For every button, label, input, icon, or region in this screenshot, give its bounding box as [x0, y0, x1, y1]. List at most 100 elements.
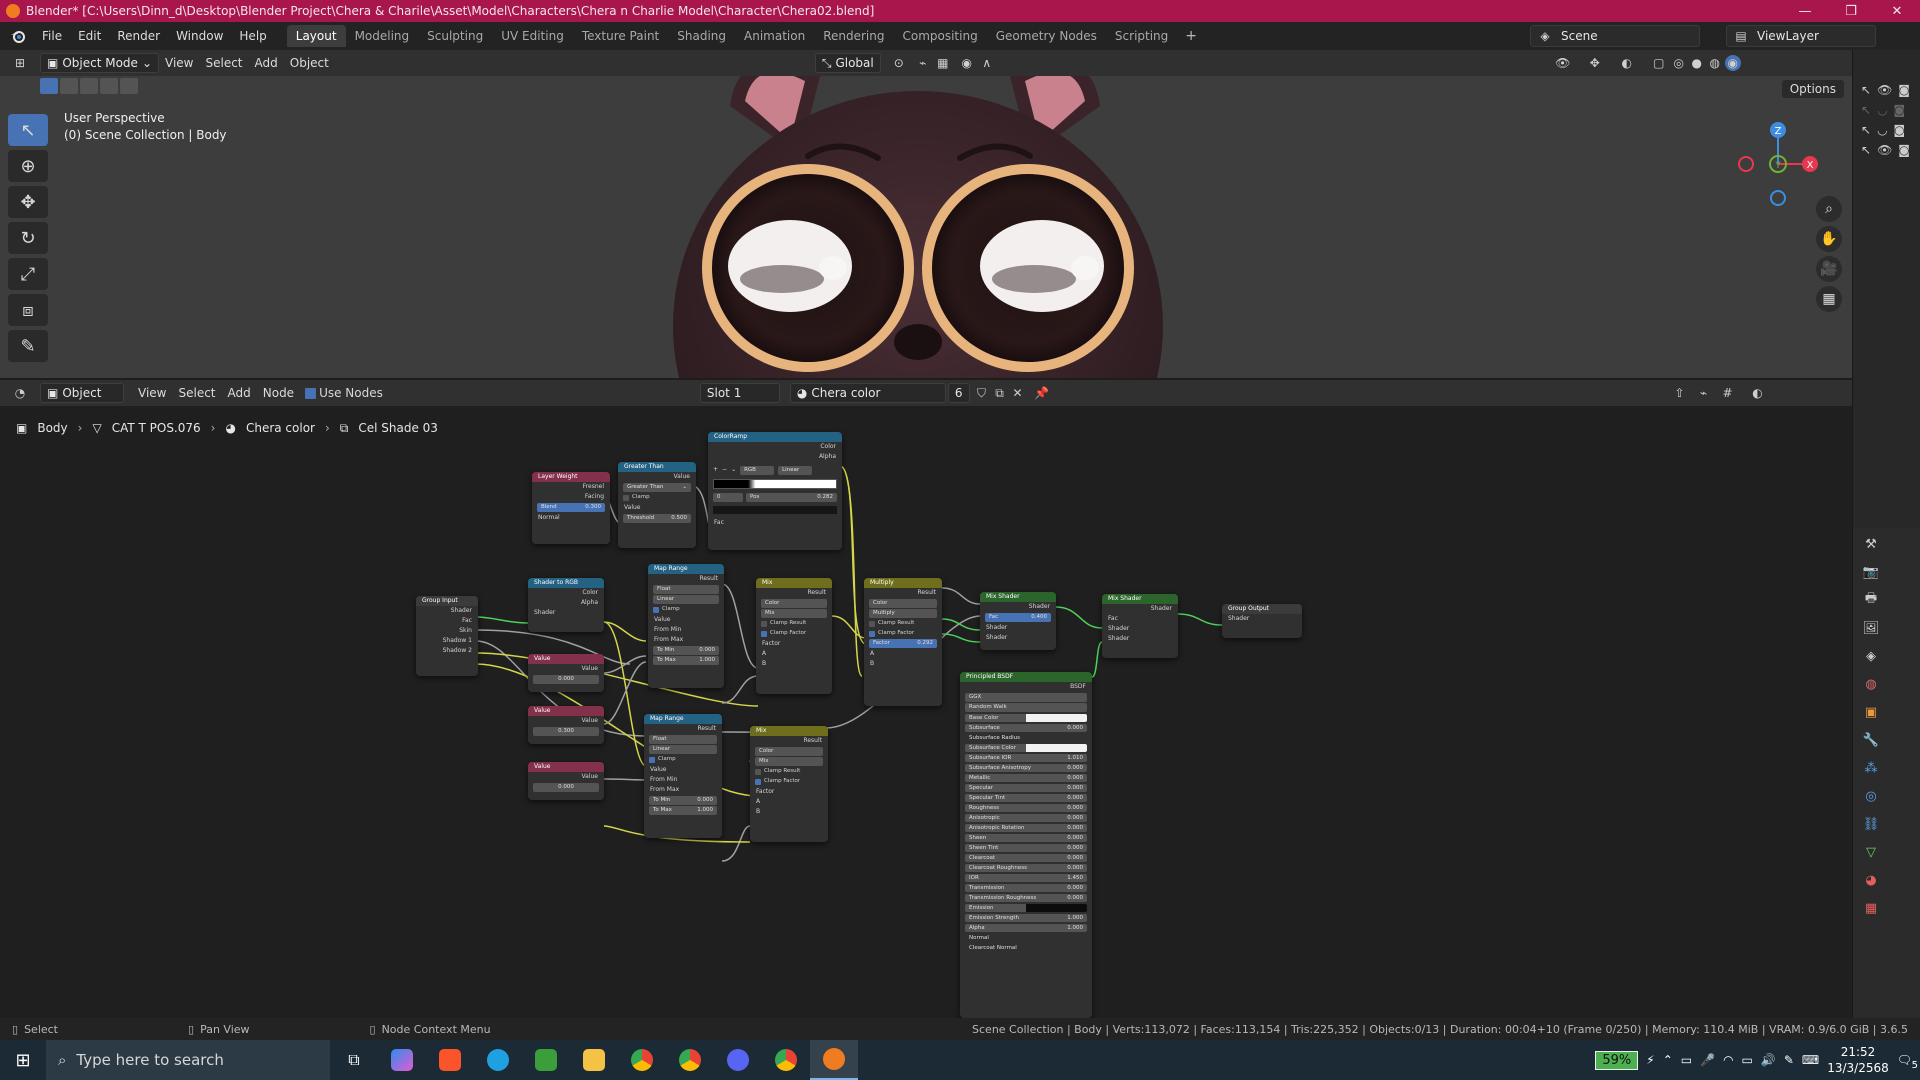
camera-icon[interactable]: ◙	[1898, 143, 1910, 157]
material-selector[interactable]: ◕ Chera color	[789, 383, 946, 403]
tool-properties-icon[interactable]: ⚒	[1859, 532, 1883, 556]
node-mix-1[interactable]: Mix Result Color Mix Clamp Result Clamp …	[756, 578, 832, 694]
select-box-tool-icon[interactable]: ↖	[8, 114, 48, 146]
node-principled-bsdf[interactable]: Principled BSDF BSDF GGX Random Walk Bas…	[960, 672, 1092, 1018]
wifi-icon[interactable]: ◠	[1723, 1053, 1733, 1067]
edge-app-icon[interactable]	[474, 1040, 522, 1080]
keyboard-language-icon[interactable]: ⌨	[1802, 1053, 1819, 1067]
distribution-dropdown[interactable]: GGX	[965, 693, 1087, 702]
texture-properties-icon[interactable]: ▦	[1859, 896, 1883, 920]
tab-animation[interactable]: Animation	[735, 25, 814, 47]
breadcrumb-mesh[interactable]: CAT T POS.076	[112, 421, 201, 435]
stop-index-field[interactable]: 0	[713, 493, 743, 502]
view-layer-properties-icon[interactable]: 🖼	[1859, 616, 1883, 640]
bsdf-input-row[interactable]: Normal	[965, 934, 1087, 942]
bsdf-input-row[interactable]: Subsurface Radius	[965, 734, 1087, 742]
close-button[interactable]: ✕	[1874, 0, 1920, 22]
interpolation-dropdown[interactable]: Linear	[653, 595, 719, 604]
bsdf-input-row[interactable]: Metallic 0.000	[965, 774, 1087, 782]
bsdf-input-row[interactable]: IOR 1.450	[965, 874, 1087, 882]
bsdf-input-row[interactable]: Clearcoat 0.000	[965, 854, 1087, 862]
clamp-result-checkbox[interactable]: Clamp Result	[755, 767, 823, 776]
chrome-alt-app-icon[interactable]	[762, 1040, 810, 1080]
node-menu-node[interactable]: Node	[257, 383, 300, 403]
fake-user-shield-icon[interactable]: ⛉	[974, 385, 990, 401]
data-type-dropdown[interactable]: Color	[869, 599, 937, 608]
pan-hand-icon[interactable]: ✋	[1816, 226, 1842, 252]
position-field[interactable]: Pos 0.282	[746, 493, 837, 502]
snap-target-icon[interactable]: ▦	[935, 55, 951, 71]
parent-node-tree-icon[interactable]: ⇧	[1672, 385, 1688, 401]
bsdf-input-row[interactable]: Anisotropic 0.000	[965, 814, 1087, 822]
node-value-2[interactable]: Value Value 0.300	[528, 706, 604, 744]
tab-layout[interactable]: Layout	[286, 25, 346, 47]
node-group-input[interactable]: Group Input Shader Fac Skin Shadow 1 Sha…	[416, 596, 478, 676]
visibility-icon[interactable]: 👁	[1555, 55, 1571, 71]
data-properties-icon[interactable]: ▽	[1859, 840, 1883, 864]
bsdf-input-row[interactable]: Alpha 1.000	[965, 924, 1087, 932]
bsdf-input-row[interactable]: Clearcoat Normal	[965, 944, 1087, 952]
clamp-checkbox[interactable]: Clamp	[649, 755, 717, 764]
bsdf-input-row[interactable]: Subsurface Color	[965, 744, 1087, 752]
ramp-gradient[interactable]	[713, 479, 837, 489]
transform-tool-icon[interactable]: ⧈	[8, 294, 48, 326]
value-field[interactable]: 0.300	[533, 727, 599, 736]
outliner-row[interactable]: ↖ ◡ ◙	[1853, 100, 1920, 120]
slot-dropdown[interactable]: Slot 1	[699, 383, 780, 403]
add-stop-icon[interactable]: +	[713, 466, 718, 475]
node-map-range-2[interactable]: Map Range Result Float Linear Clamp Valu…	[644, 714, 722, 838]
tab-shading[interactable]: Shading	[668, 25, 735, 47]
node-greater-than[interactable]: Greater Than Value Greater Than ⌄ Clamp V…	[618, 462, 696, 548]
unlink-material-icon[interactable]: ✕	[1010, 385, 1026, 401]
cursor-tool-icon[interactable]: ⊕	[8, 150, 48, 182]
breadcrumb-group[interactable]: Cel Shade 03	[358, 421, 438, 435]
node-multiply[interactable]: Multiply Result Color Multiply Clamp Res…	[864, 578, 942, 706]
camera-icon[interactable]: ◙	[1894, 103, 1906, 117]
tab-texture-paint[interactable]: Texture Paint	[573, 25, 668, 47]
tab-rendering[interactable]: Rendering	[814, 25, 893, 47]
menu-help[interactable]: Help	[231, 22, 274, 50]
data-type-dropdown[interactable]: Float	[653, 585, 719, 594]
node-mix-shader-2[interactable]: Mix Shader Shader Fac Shader Shader	[1102, 594, 1178, 658]
scene-selector[interactable]: ◈ Scene	[1530, 25, 1700, 47]
bsdf-input-row[interactable]: Sheen 0.000	[965, 834, 1087, 842]
blender-menu-icon[interactable]	[8, 26, 28, 46]
wireframe-shading-icon[interactable]: ◎	[1671, 55, 1687, 71]
use-nodes-toggle[interactable]: Use Nodes	[305, 383, 383, 403]
bsdf-input-row[interactable]: Base Color	[965, 714, 1087, 722]
particles-properties-icon[interactable]: ⁂	[1859, 756, 1883, 780]
bsdf-input-row[interactable]: Emission	[965, 904, 1087, 912]
duplicate-material-icon[interactable]: ⧉	[992, 385, 1008, 401]
falloff-icon[interactable]: ∧	[979, 55, 995, 71]
tab-modeling[interactable]: Modeling	[346, 25, 419, 47]
pivot-icon[interactable]: ⊙	[891, 55, 907, 71]
minimize-button[interactable]: —	[1782, 0, 1828, 22]
subsurface-method-dropdown[interactable]: Random Walk	[965, 703, 1087, 712]
menu-edit[interactable]: Edit	[70, 22, 109, 50]
bsdf-input-row[interactable]: Subsurface Anisotropy 0.000	[965, 764, 1087, 772]
outliner-row[interactable]: ↖ ◡ ◙	[1853, 120, 1920, 140]
clamp-factor-checkbox[interactable]: Clamp Factor	[761, 629, 827, 638]
data-type-dropdown[interactable]: Color	[755, 747, 823, 756]
outliner-row[interactable]: ↖ 👁 ◙	[1853, 80, 1920, 100]
taskbar-search-input[interactable]: ⌕ Type here to search	[46, 1040, 330, 1080]
bsdf-input-row[interactable]: Roughness 0.000	[965, 804, 1087, 812]
windows-start-icon[interactable]: ⊞	[0, 1040, 46, 1080]
3d-viewport[interactable]: Options User Perspective (0) Scene Colle…	[0, 76, 1852, 378]
battery-icon[interactable]: ▭	[1742, 1053, 1753, 1067]
threshold-field[interactable]: Threshold 0.500	[623, 514, 691, 523]
data-type-dropdown[interactable]: Float	[649, 735, 717, 744]
to-min-field[interactable]: To Min 0.000	[653, 646, 719, 655]
copilot-app-icon[interactable]	[378, 1040, 426, 1080]
bsdf-input-row[interactable]: Transmission Roughness 0.000	[965, 894, 1087, 902]
menu-object[interactable]: Object	[284, 53, 335, 73]
overlay-toggle-icon[interactable]: ◐	[1619, 55, 1635, 71]
tab-scripting[interactable]: Scripting	[1106, 25, 1177, 47]
blender-app-icon[interactable]	[810, 1040, 858, 1080]
menu-select[interactable]: Select	[199, 53, 248, 73]
node-group-output[interactable]: Group Output Shader	[1222, 604, 1302, 638]
constraints-properties-icon[interactable]: ⛓	[1859, 812, 1883, 836]
node-menu-view[interactable]: View	[132, 383, 172, 403]
bsdf-input-row[interactable]: Transmission 0.000	[965, 884, 1087, 892]
interpolation-dropdown[interactable]: Linear	[778, 466, 813, 475]
